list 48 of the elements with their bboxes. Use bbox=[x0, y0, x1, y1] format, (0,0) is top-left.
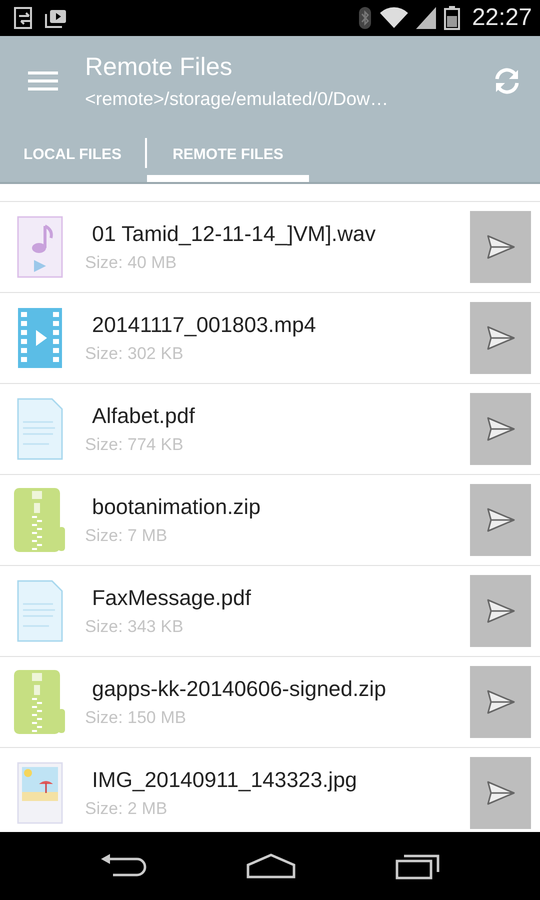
file-size: Size: 40 MB bbox=[85, 252, 178, 272]
clock-time: 22:27 bbox=[472, 4, 532, 32]
send-icon bbox=[486, 416, 516, 442]
video-stack-icon bbox=[44, 7, 68, 29]
file-name: gapps-kk-20140606-signed.zip bbox=[91, 676, 388, 702]
send-button[interactable] bbox=[470, 575, 531, 647]
zip-archive-icon bbox=[14, 487, 66, 553]
send-button[interactable] bbox=[470, 484, 531, 556]
image-file-icon bbox=[17, 762, 63, 824]
battery-icon bbox=[444, 6, 460, 30]
file-name: bootanimation.zip bbox=[91, 494, 262, 520]
film-file-icon bbox=[17, 307, 63, 369]
file-name: IMG_20140911_143323.jpg bbox=[91, 768, 358, 792]
document-icon bbox=[17, 398, 63, 460]
file-name: FaxMessage.pdf bbox=[91, 586, 252, 610]
send-icon bbox=[486, 325, 516, 351]
file-size: Size: 774 KB bbox=[85, 434, 184, 454]
wifi-icon bbox=[380, 7, 408, 29]
file-size: Size: 302 KB bbox=[85, 344, 184, 364]
send-icon bbox=[486, 598, 516, 624]
screen-title: Remote Files bbox=[85, 52, 234, 82]
send-button[interactable] bbox=[470, 757, 531, 829]
send-icon bbox=[486, 689, 516, 715]
send-icon bbox=[486, 507, 516, 533]
file-size: Size: 7 MB bbox=[85, 526, 168, 546]
tab[interactable]: LOCAL FILES bbox=[0, 126, 145, 182]
send-button[interactable] bbox=[470, 666, 531, 738]
home-icon bbox=[245, 853, 297, 879]
recent-apps-icon bbox=[395, 852, 441, 880]
send-button[interactable] bbox=[470, 393, 531, 465]
file-size: Size: 150 MB bbox=[85, 708, 188, 728]
signal-icon bbox=[416, 7, 436, 29]
menu-icon bbox=[28, 71, 58, 91]
document-icon bbox=[17, 580, 63, 642]
file-name: 20141117_001803.mp4 bbox=[91, 312, 317, 338]
music-file-icon bbox=[17, 216, 63, 278]
bluetooth-icon bbox=[358, 6, 372, 30]
path-subtitle: <remote>/storage/emulated/0/Dow… bbox=[85, 88, 390, 110]
file-name: Alfabet.pdf bbox=[91, 404, 196, 428]
send-button[interactable] bbox=[470, 302, 531, 374]
file-size: Size: 343 KB bbox=[85, 616, 184, 636]
send-icon bbox=[486, 780, 516, 806]
file-size: Size: 2 MB bbox=[85, 798, 168, 818]
back-icon bbox=[99, 853, 147, 879]
send-button[interactable] bbox=[470, 211, 531, 283]
zip-archive-icon bbox=[14, 669, 66, 735]
send-icon bbox=[486, 234, 516, 260]
file-name: 01 Tamid_12-11-14_]VM].wav bbox=[91, 222, 377, 246]
